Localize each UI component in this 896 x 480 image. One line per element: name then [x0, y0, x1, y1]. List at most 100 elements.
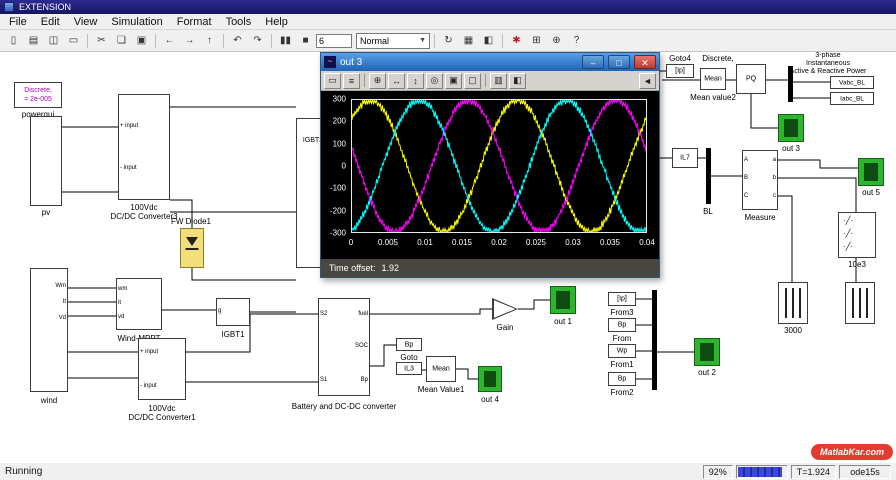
scope-titlebar[interactable]: ~ out 3 – □ ✕ [321, 53, 659, 71]
block-il7[interactable]: IL7 [672, 148, 698, 168]
pq-text: PQ [745, 75, 757, 83]
block-battery-dcdc[interactable]: S2 S1 fuel SOC Bp [318, 298, 370, 396]
block-measure[interactable]: A B C a b c [742, 150, 778, 210]
measure-port-a: A [744, 157, 749, 163]
zoom-button[interactable]: ⊕ [547, 32, 566, 50]
scope-dock-button[interactable]: ◄ [639, 72, 656, 89]
redo-button[interactable]: ↷ [248, 32, 267, 50]
mux-bottom[interactable] [652, 290, 657, 390]
block-dcdc-converter1[interactable]: + input - input [138, 338, 186, 400]
block-pv[interactable] [30, 116, 62, 206]
block-igbt1[interactable]: g [216, 298, 250, 326]
scope-restore-axes-button[interactable]: ▢ [464, 72, 481, 89]
toolbar-separator [271, 33, 272, 48]
block-scope-out2[interactable] [694, 338, 720, 366]
scope-parameters-button[interactable]: ≡ [343, 72, 360, 89]
stop-button[interactable]: ■ [296, 32, 315, 50]
scope-autoscale-button[interactable]: ◎ [426, 72, 443, 89]
time-offset-value: 1.92 [381, 263, 400, 273]
update-diagram-button[interactable]: ↻ [439, 32, 458, 50]
block-fw-diode1[interactable] [180, 228, 204, 268]
switch-icon: ·╱· [843, 242, 854, 251]
goto-bp-text: Bp [404, 341, 414, 348]
scope-zoom-x-button[interactable]: ↔ [388, 72, 405, 89]
pause-button[interactable]: ▮▮ [276, 32, 295, 50]
tag-vabc-bl[interactable]: Vabc_BL [830, 76, 874, 89]
block-discrete-mean2[interactable]: Mean [700, 68, 726, 90]
close-button[interactable]: ✕ [634, 55, 656, 69]
scope-zoom-button[interactable]: ⊕ [369, 72, 386, 89]
block-dcdc-converter3[interactable]: + input - input [118, 94, 170, 200]
block-powergui[interactable]: Discrete, = 2e-005 [14, 82, 62, 108]
scope-print-button[interactable]: ▭ [324, 72, 341, 89]
block-from-il3[interactable]: IL3 [396, 362, 422, 375]
sim-mode-select[interactable]: Normal ▼ [356, 32, 430, 49]
from-bp-label: From [612, 334, 632, 343]
from3-text: [Ip] [617, 295, 627, 303]
block-mean-value1[interactable]: Mean [426, 356, 456, 382]
undo-button[interactable]: ↶ [228, 32, 247, 50]
back-button[interactable]: ← [160, 32, 179, 50]
menu-format[interactable]: Format [170, 16, 219, 28]
maximize-button[interactable]: □ [608, 55, 630, 69]
window-titlebar[interactable]: EXTENSION [0, 0, 896, 14]
paste-button[interactable]: ▣ [132, 32, 151, 50]
toggle-browser-button[interactable]: ⊞ [527, 32, 546, 50]
up-button[interactable]: ↑ [200, 32, 219, 50]
block-goto4[interactable]: [Ip] [666, 64, 694, 78]
minimize-button[interactable]: – [582, 55, 604, 69]
menu-tools[interactable]: Tools [219, 16, 259, 28]
menu-view[interactable]: View [67, 16, 105, 28]
block-scope-out5[interactable] [858, 158, 884, 186]
block-from3[interactable]: [Ip] [608, 292, 636, 306]
block-scope-out4[interactable] [478, 366, 502, 392]
toolbar-separator [155, 33, 156, 48]
gain-label: Gain [496, 323, 514, 332]
from3-label: From3 [610, 308, 634, 317]
block-scope-out1[interactable] [550, 286, 576, 314]
block-wind-mppt[interactable]: wm it vd [116, 278, 162, 330]
save-button[interactable]: ◫ [44, 32, 63, 50]
forward-button[interactable]: → [180, 32, 199, 50]
switch-icon: ·╱· [843, 229, 854, 238]
scope-toolbar: ▭ ≡ ⊕ ↔ ↕ ◎ ▣ ▢ ▥ ◧ ◄ [321, 71, 659, 91]
menu-file[interactable]: File [2, 16, 34, 28]
tag-iabc-bl[interactable]: Iabc_BL [830, 92, 874, 105]
block-goto-bp[interactable]: Bp [396, 338, 422, 351]
coil-icon [785, 288, 787, 318]
copy-button[interactable]: ❏ [112, 32, 131, 50]
block-from1[interactable]: Wp [608, 344, 636, 358]
scope-float-button[interactable]: ▥ [490, 72, 507, 89]
breaker-label: 10e3 [848, 260, 866, 269]
library-browser-button[interactable]: ▦ [459, 32, 478, 50]
block-scope-out3[interactable] [778, 114, 804, 142]
open-button[interactable]: ▤ [24, 32, 43, 50]
new-button[interactable]: ▯ [4, 32, 23, 50]
scope-save-axes-button[interactable]: ▣ [445, 72, 462, 89]
block-breaker[interactable]: ·╱· ·╱· ·╱· [838, 212, 876, 258]
mppt-port-wm: wm [118, 286, 128, 292]
scope-lock-axes-button[interactable]: ◧ [509, 72, 526, 89]
print-button[interactable]: ▭ [64, 32, 83, 50]
scope-window[interactable]: ~ out 3 – □ ✕ ▭ ≡ ⊕ ↔ ↕ ◎ ▣ ▢ ▥ ◧ ◄ 300 2… [320, 52, 660, 278]
debug-button[interactable]: ✱ [507, 32, 526, 50]
model-canvas[interactable]: Discrete, = 2e-005 powergui pv + input -… [0, 52, 896, 462]
block-from2[interactable]: Bp [608, 372, 636, 386]
menu-help[interactable]: Help [258, 16, 295, 28]
model-browser-button[interactable]: ◧ [479, 32, 498, 50]
help-button[interactable]: ? [567, 32, 586, 50]
cut-button[interactable]: ✂ [92, 32, 111, 50]
scope-zoom-y-button[interactable]: ↕ [407, 72, 424, 89]
block-load-2[interactable] [845, 282, 875, 324]
menu-simulation[interactable]: Simulation [104, 16, 169, 28]
mux-top[interactable] [788, 66, 793, 102]
block-wind[interactable]: Wm It Vd [30, 268, 68, 392]
sim-stop-time-field[interactable] [316, 33, 352, 48]
block-from-bp[interactable]: Bp [608, 318, 636, 332]
menu-edit[interactable]: Edit [34, 16, 67, 28]
powergui-text-2: = 2e-005 [24, 96, 52, 103]
fw-diode1-label: FW Diode1 [170, 217, 211, 226]
mux-bl[interactable] [706, 148, 711, 204]
block-load-3000[interactable] [778, 282, 808, 324]
iabc-bl-text: Iabc_BL [840, 95, 864, 102]
